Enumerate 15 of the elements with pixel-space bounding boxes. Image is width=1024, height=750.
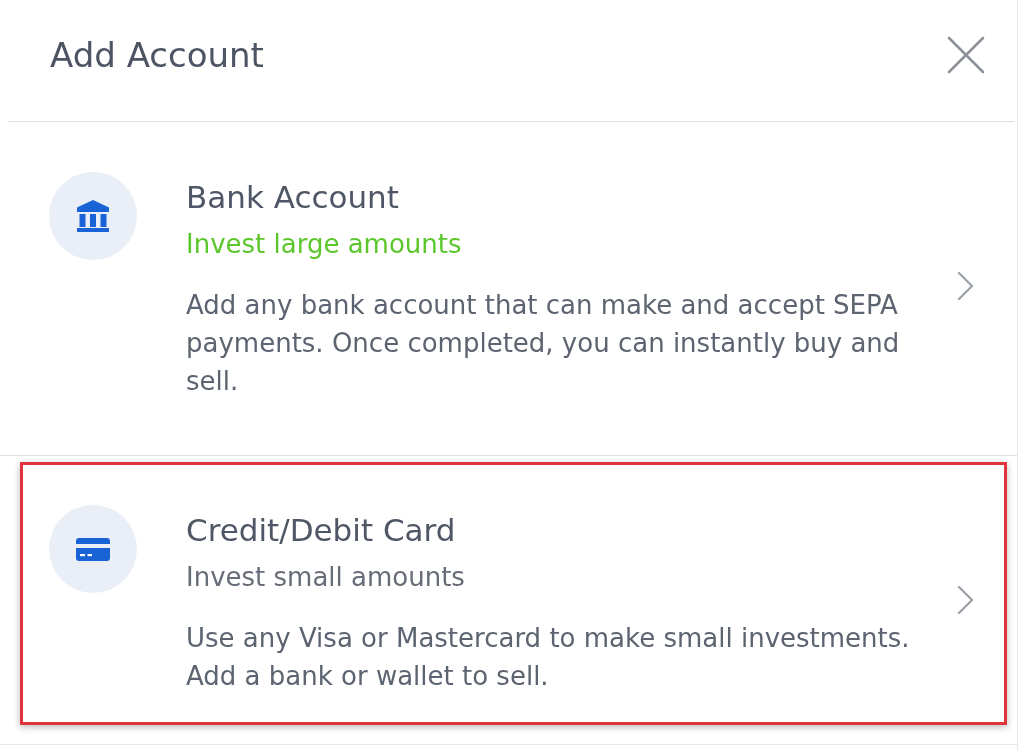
account-option[interactable]: Bank Account Invest large amounts Add any bank account that can make and accept SEPA payments. Once completed, you can instantly buy and sell.	[0, 122, 1017, 456]
close-button[interactable]	[947, 35, 985, 74]
chevron-right-icon	[957, 271, 974, 301]
credit-card-icon	[49, 505, 137, 593]
option-description: Use any Visa or Mastercard to make small investments. Add a bank or wallet to sell.	[186, 622, 911, 693]
option-subtitle: Invest large amounts	[186, 228, 463, 261]
close-icon	[947, 35, 985, 74]
option-title: Credit/Debit Card	[186, 512, 457, 549]
dialog-title: Add Account	[50, 33, 264, 76]
option-title: Bank Account	[186, 179, 400, 216]
option-subtitle: Invest small amounts	[186, 561, 466, 594]
account-option[interactable]: Credit/Debit Card Invest small amounts Use any Visa or Mastercard to make small investments. Add a bank or wallet to sell.	[20, 462, 1007, 725]
option-description: Add any bank account that can make and accept SEPA payments. Once completed, you can instantly buy and sell.	[186, 289, 901, 398]
bank-icon	[49, 172, 137, 260]
chevron-right-icon	[957, 585, 974, 615]
